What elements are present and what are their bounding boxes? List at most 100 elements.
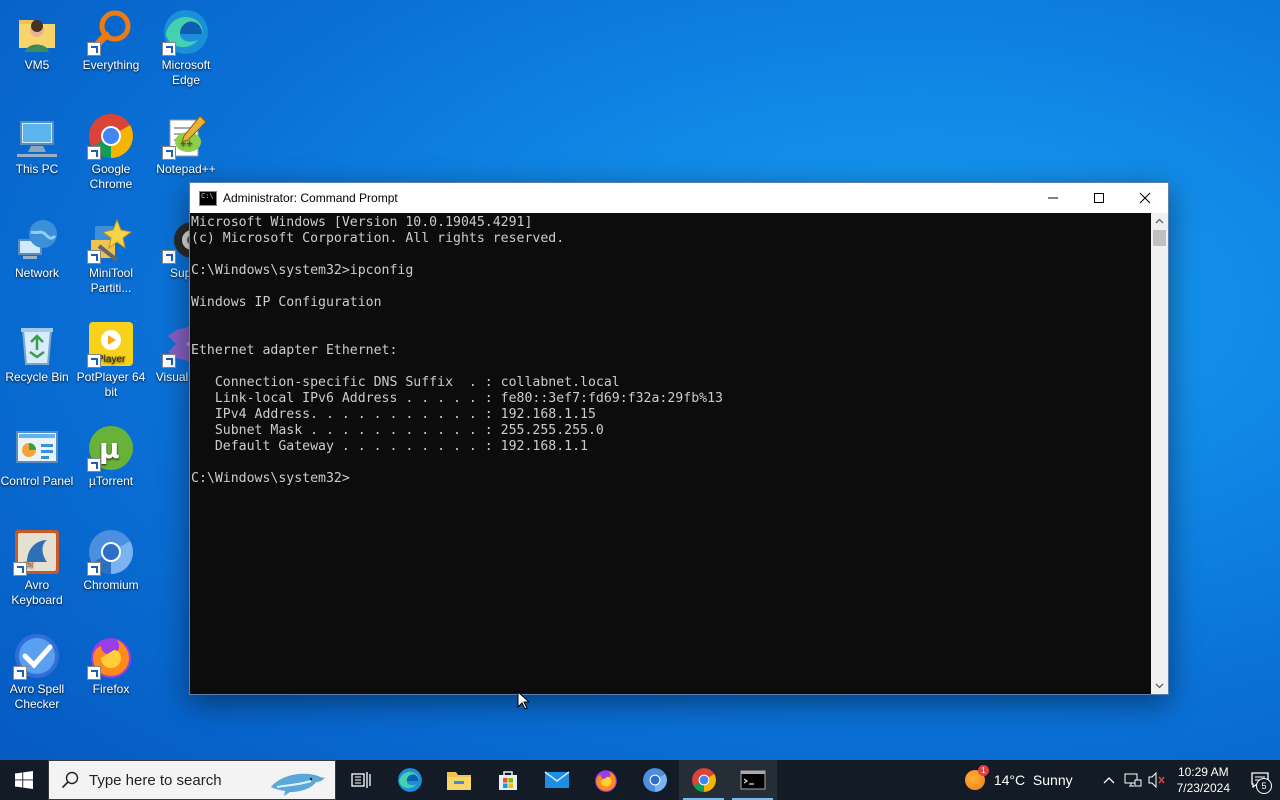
taskbar-chromium[interactable] <box>630 760 679 800</box>
desktop-icon-notepad-plus[interactable]: ++ Notepad++ <box>149 104 223 177</box>
minimize-icon <box>1048 197 1058 199</box>
dolphin-highlight-icon <box>271 773 325 796</box>
search-magnifier-icon <box>87 8 135 56</box>
desktop-icon-microsoft-edge[interactable]: Microsoft Edge <box>149 0 223 88</box>
console-text: Microsoft Windows [Version 10.0.19045.42… <box>191 215 723 486</box>
desktop-icon-avro-spell-checker[interactable]: Avro Spell Checker <box>0 624 74 712</box>
avro-spell-icon <box>13 632 61 680</box>
utorrent-icon: µ <box>87 424 135 472</box>
mouse-pointer-icon <box>517 691 531 710</box>
maximize-icon <box>1094 193 1104 203</box>
task-view-icon <box>350 772 371 788</box>
shortcut-arrow-icon <box>87 354 101 368</box>
taskbar-file-explorer[interactable] <box>434 760 483 800</box>
close-button[interactable] <box>1122 183 1168 213</box>
desktop-icon-utorrent[interactable]: µ µTorrent <box>74 416 148 489</box>
command-prompt-window[interactable]: Administrator: Command Prompt Microsoft … <box>189 182 1169 695</box>
desktop-icon-label: Control Panel <box>0 474 74 488</box>
system-tray: 1 14°C Sunny 10:29 AM 7/23/2024 5 <box>964 760 1280 800</box>
weather-widget[interactable]: 1 14°C Sunny <box>964 765 1073 790</box>
desktop-icon-firefox[interactable]: Firefox <box>74 624 148 697</box>
shortcut-arrow-icon <box>162 250 176 264</box>
maximize-button[interactable] <box>1076 183 1122 213</box>
shortcut-arrow-icon <box>87 42 101 56</box>
window-titlebar[interactable]: Administrator: Command Prompt <box>190 183 1168 213</box>
shortcut-arrow-icon <box>162 354 176 368</box>
minimize-button[interactable] <box>1030 183 1076 213</box>
potplayer-icon: Player <box>87 320 135 368</box>
avro-keyboard-icon: অ <box>13 528 61 576</box>
task-view-button[interactable] <box>336 760 385 800</box>
weather-badge: 1 <box>977 765 989 776</box>
desktop-icon-label: Firefox <box>92 682 130 696</box>
weather-temp: 14°C <box>993 772 1026 788</box>
recycle-bin-icon <box>13 320 61 368</box>
show-hidden-icons-button[interactable] <box>1097 760 1121 800</box>
sun-icon: 1 <box>964 765 989 790</box>
volume-button[interactable] <box>1145 760 1169 800</box>
vertical-scrollbar[interactable] <box>1151 213 1168 694</box>
desktop-icon-label: Microsoft Edge <box>161 58 211 87</box>
start-button[interactable] <box>0 760 48 800</box>
chromium-icon <box>87 528 135 576</box>
desktop-icon-google-chrome[interactable]: Google Chrome <box>74 104 148 192</box>
desktop-icon-label: Everything <box>82 58 140 72</box>
desktop-icon-label: MiniTool Partiti... <box>88 266 133 295</box>
close-icon <box>1139 192 1151 204</box>
desktop-icon-minitool[interactable]: MiniTool Partiti... <box>74 208 148 296</box>
desktop-icon-potplayer[interactable]: Player PotPlayer 64 bit <box>74 312 148 400</box>
shortcut-arrow-icon <box>162 42 176 56</box>
taskbar-edge[interactable] <box>385 760 434 800</box>
taskbar-search-box[interactable]: Type here to search <box>48 760 336 800</box>
desktop-icon-everything[interactable]: Everything <box>74 0 148 73</box>
network-status-button[interactable] <box>1121 760 1145 800</box>
desktop-icon-label: Avro Spell Checker <box>9 682 65 711</box>
taskbar-cmd[interactable] <box>728 760 777 800</box>
desktop-icon-chromium[interactable]: Chromium <box>74 520 148 593</box>
search-placeholder: Type here to search <box>89 771 222 789</box>
taskbar-store[interactable] <box>483 760 532 800</box>
search-icon <box>61 771 79 789</box>
svg-text:µ: µ <box>99 432 120 465</box>
desktop-icon-network[interactable]: Network <box>0 208 74 281</box>
shortcut-arrow-icon <box>87 562 101 576</box>
desktop-icon-label: Google Chrome <box>89 162 133 191</box>
windows-logo-icon <box>15 771 33 789</box>
shortcut-arrow-icon <box>87 666 101 680</box>
taskbar-firefox[interactable] <box>581 760 630 800</box>
edge-icon <box>397 768 422 792</box>
taskbar-chrome[interactable] <box>679 760 728 800</box>
console-output[interactable]: Microsoft Windows [Version 10.0.19045.42… <box>190 213 1150 694</box>
shortcut-arrow-icon <box>13 666 27 680</box>
taskbar-mail[interactable] <box>532 760 581 800</box>
shortcut-arrow-icon <box>87 250 101 264</box>
scroll-up-button[interactable] <box>1151 213 1168 229</box>
window-title: Administrator: Command Prompt <box>223 191 398 205</box>
weather-condition: Sunny <box>1032 772 1073 788</box>
edge-icon <box>162 8 210 56</box>
network-icon <box>1124 773 1142 787</box>
cmd-icon <box>199 190 217 206</box>
chevron-down-icon <box>1155 683 1164 689</box>
cmd-icon <box>740 770 765 790</box>
desktop-icon-avro-keyboard[interactable]: অ Avro Keyboard <box>0 520 74 608</box>
chevron-up-icon <box>1103 777 1115 784</box>
desktop-icon-this-pc[interactable]: This PC <box>0 104 74 177</box>
file-explorer-icon <box>446 772 471 790</box>
desktop-icon-vm5[interactable]: VM5 <box>0 0 74 73</box>
shortcut-arrow-icon <box>87 146 101 160</box>
scroll-down-button[interactable] <box>1151 678 1168 694</box>
desktop-icon-control-panel[interactable]: Control Panel <box>0 416 74 489</box>
svg-text:Player: Player <box>97 354 126 365</box>
desktop-icon-label: VM5 <box>24 58 50 72</box>
desktop-icon-label: PotPlayer 64 bit <box>76 370 146 399</box>
action-center-button[interactable]: 5 <box>1240 760 1280 800</box>
desktop-icon-recycle-bin[interactable]: Recycle Bin <box>0 312 74 385</box>
desktop-icon-label: Notepad++ <box>156 162 216 176</box>
clock[interactable]: 10:29 AM 7/23/2024 <box>1177 764 1230 796</box>
user-folder-icon <box>13 8 61 56</box>
notification-count: 5 <box>1256 778 1272 794</box>
desktop-icon-label: µTorrent <box>88 474 134 488</box>
scroll-thumb[interactable] <box>1153 230 1166 246</box>
clock-date: 7/23/2024 <box>1176 781 1230 795</box>
